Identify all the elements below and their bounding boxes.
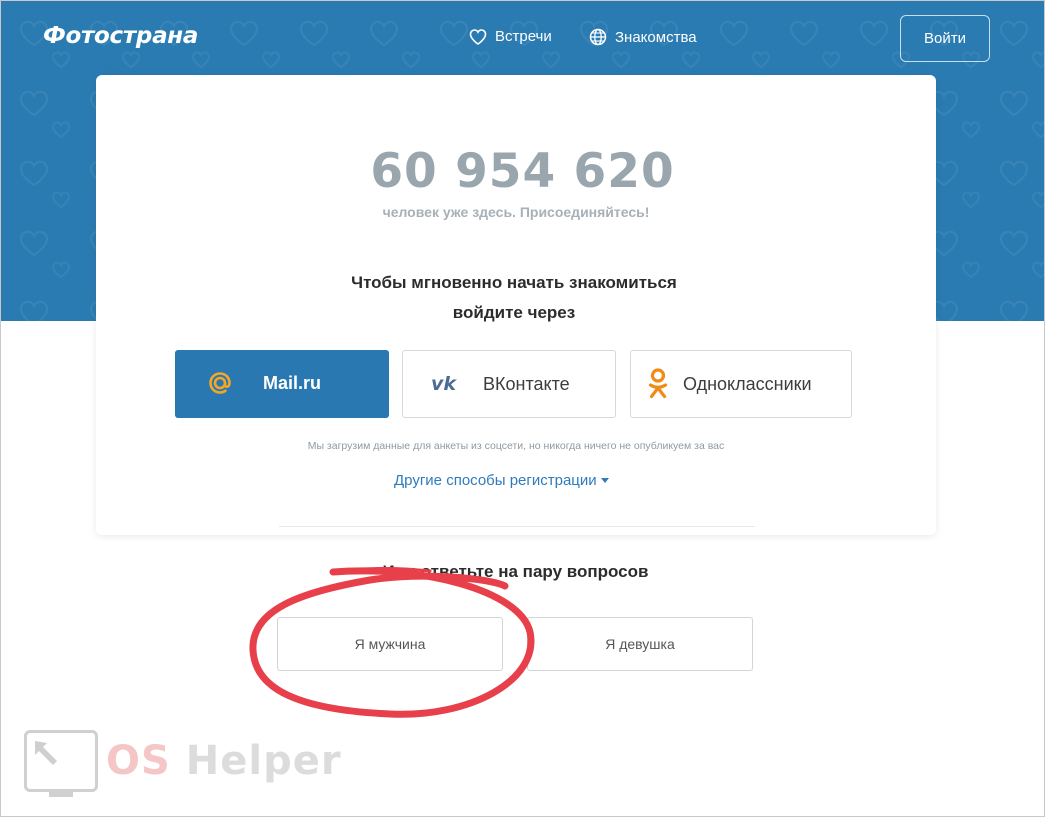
ok-icon	[648, 368, 668, 399]
nav-meetings[interactable]: Встречи	[469, 28, 552, 45]
quiz-title: Или ответьте на пару вопросов	[382, 562, 649, 581]
watermark-monitor-icon	[24, 730, 98, 792]
caret-down-icon	[600, 478, 609, 483]
gender-male-button[interactable]: Я мужчина	[277, 617, 503, 671]
divider	[279, 526, 755, 527]
nav-dating-label: Знакомства	[615, 28, 697, 46]
globe-icon	[589, 28, 607, 46]
mailru-label: Mail.ru	[263, 373, 322, 393]
site-logo[interactable]: Фотострана	[43, 23, 198, 49]
privacy-disclaimer: Мы загрузим данные для анкеты из соцсети…	[307, 440, 725, 452]
watermark-monitor-stand	[49, 792, 73, 797]
signin-lead-line2: войдите через	[452, 303, 576, 322]
other-registration-label: Другие способы регистрации	[394, 472, 597, 489]
nav-dating[interactable]: Знакомства	[589, 28, 697, 46]
cursor-arrow-icon	[35, 741, 57, 765]
heart-outline-icon	[469, 28, 487, 45]
svg-text:vk: vk	[431, 373, 457, 393]
nav-meetings-label: Встречи	[495, 28, 552, 45]
ok-label: Одноклассники	[683, 374, 812, 394]
members-counter: 60 954 620	[370, 144, 675, 199]
watermark-part1: OS	[106, 738, 171, 784]
mailru-login-button[interactable]: Mail.ru	[175, 350, 389, 418]
at-sign-icon	[209, 372, 231, 394]
vk-login-button[interactable]: vk ВКонтакте	[402, 350, 616, 418]
watermark-part2: Helper	[185, 738, 342, 784]
vk-label: ВКонтакте	[483, 374, 570, 394]
top-bar: Фотострана Встречи Знакомства Войти	[1, 1, 1044, 76]
ok-login-button[interactable]: Одноклассники	[630, 350, 852, 418]
members-caption: человек уже здесь. Присоединяйтесь!	[382, 204, 650, 220]
vk-icon: vk	[431, 373, 457, 393]
other-registration-link[interactable]: Другие способы регистрации	[394, 472, 609, 489]
gender-female-button[interactable]: Я девушка	[527, 617, 753, 671]
watermark-text: OS Helper	[106, 738, 342, 784]
signin-lead-line1: Чтобы мгновенно начать знакомиться	[351, 273, 677, 292]
login-button[interactable]: Войти	[900, 15, 990, 62]
